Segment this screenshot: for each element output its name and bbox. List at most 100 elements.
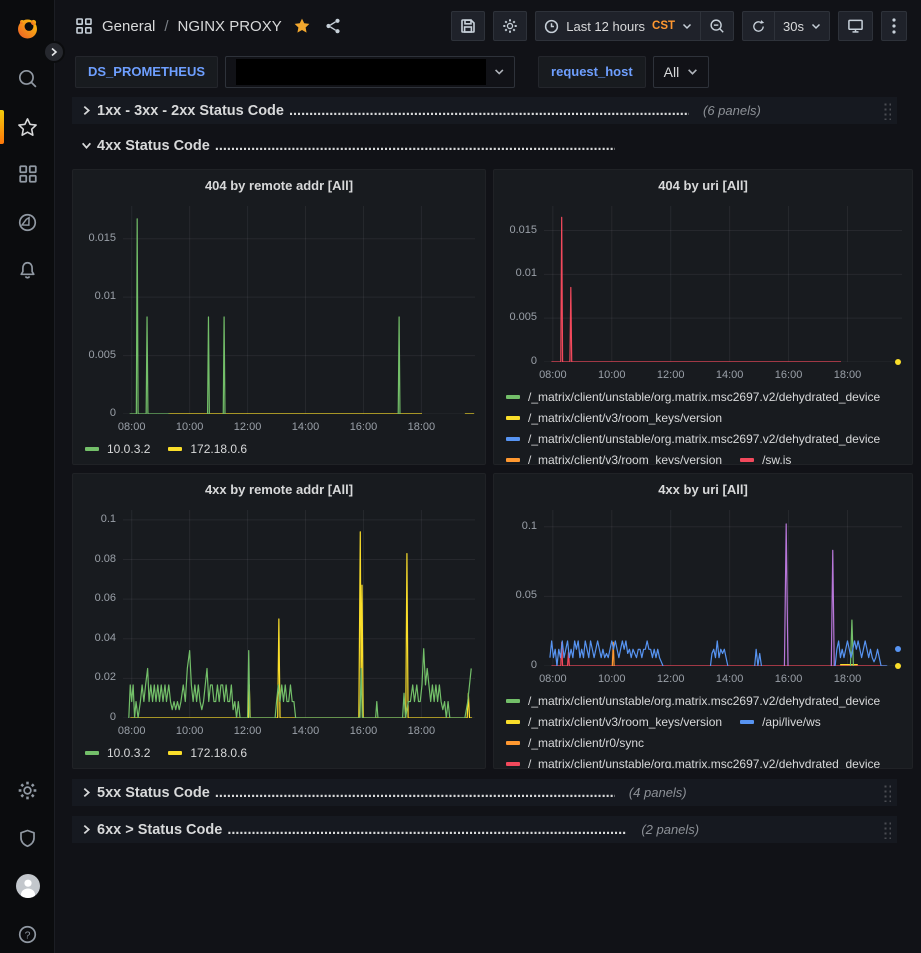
breadcrumb-folder[interactable]: General [102,18,155,35]
refresh-icon [751,19,766,34]
legend-item[interactable]: 172.18.0.6 [168,438,247,459]
breadcrumb-separator: / [164,18,168,35]
legend-label: /_matrix/client/r0/sync [528,736,644,750]
legend-item[interactable]: /_matrix/client/unstable/org.matrix.msc2… [506,690,880,711]
chevron-down-icon [79,141,93,150]
sidebar-item-server-admin[interactable] [0,818,55,858]
legend-item[interactable]: 172.18.0.6 [168,742,247,763]
variable-label-request-host[interactable]: request_host [538,56,646,88]
row-1xx-3xx-2xx[interactable]: 1xx - 3xx - 2xx Status Code ............… [72,97,897,124]
timeseries-chart[interactable]: 00.0050.010.015 08:0010:0012:0014:0016:0… [494,200,912,384]
row-drag-handle[interactable] [882,783,891,802]
y-tick-label: 0.015 [88,232,116,244]
sidebar-expand-button[interactable] [43,41,65,63]
panel-title-menu[interactable]: 4xx by remote addr [All] [73,474,485,504]
more-options-button[interactable] [881,11,907,41]
legend: /_matrix/client/unstable/org.matrix.msc2… [494,384,912,464]
sidebar-item-dashboards[interactable] [0,154,55,194]
panel-title: 404 by remote addr [All] [205,178,353,193]
y-tick-label: 0.01 [95,290,116,302]
legend-item[interactable]: /_matrix/client/v3/room_keys/version [506,407,722,428]
x-tick-label: 14:00 [716,673,744,685]
legend-item[interactable]: /sw.js [740,449,791,464]
star-icon [17,117,38,138]
user-avatar [15,873,41,899]
legend-item[interactable]: /_matrix/client/unstable/org.matrix.msc2… [506,428,880,449]
y-axis: 00.050.1 [500,510,544,666]
legend-label: /_matrix/client/v3/room_keys/version [528,411,722,425]
refresh-interval-dropdown[interactable]: 30s [774,11,830,41]
legend-item[interactable]: 10.0.3.2 [85,742,150,763]
dashboard-header: General / NGINX PROXY [55,0,921,52]
favorite-star-button[interactable] [291,15,313,37]
legend-label: /_matrix/client/unstable/org.matrix.msc2… [528,390,880,404]
timeseries-chart[interactable]: 00.0050.010.015 08:0010:0012:0014:0016:0… [73,200,485,436]
dashboard-settings-button[interactable] [493,11,527,41]
row-drag-handle[interactable] [882,101,891,120]
zoom-out-time-button[interactable] [700,11,734,41]
x-tick-label: 18:00 [408,725,436,737]
legend-label: /_matrix/client/unstable/org.matrix.msc2… [528,694,880,708]
sidebar-item-configuration[interactable] [0,770,55,810]
plot-area[interactable] [544,510,902,666]
sidebar-item-starred[interactable] [0,107,55,147]
refresh-button[interactable] [742,11,774,41]
sidebar-item-alerting[interactable] [0,250,55,290]
panel-title-menu[interactable]: 4xx by uri [All] [494,474,912,504]
legend-item[interactable]: /_matrix/client/unstable/org.matrix.msc2… [506,753,880,768]
series-line [130,219,170,414]
x-tick-label: 10:00 [176,421,204,433]
star-filled-icon [293,17,311,35]
row-6xx[interactable]: 6xx > Status Code ......................… [72,816,897,843]
gear-icon [17,780,38,801]
datasource-picker[interactable] [225,56,515,88]
sidebar-item-explore[interactable] [0,202,55,242]
row-5xx[interactable]: 5xx Status Code ........................… [72,779,897,806]
legend-item[interactable]: /_matrix/client/r0/sync [506,732,644,753]
panel-4xx-by-remote-addr: 4xx by remote addr [All] 00.020.040.060.… [72,473,486,769]
panel-title-menu[interactable]: 404 by uri [All] [494,170,912,200]
legend-item[interactable]: 10.0.3.2 [85,438,150,459]
row-4xx[interactable]: 4xx Status Code ........................… [72,132,897,159]
row-drag-handle[interactable] [882,820,891,839]
sidebar-item-profile[interactable] [0,866,55,906]
y-tick-label: 0.04 [95,632,116,644]
legend-label: /_matrix/client/v3/room_keys/version [528,453,722,465]
breadcrumb-dashboard-title[interactable]: NGINX PROXY [178,18,282,35]
search-icon [17,68,38,89]
sidebar-item-search[interactable] [0,58,55,98]
request-host-picker[interactable]: All [653,56,710,88]
compass-icon [17,212,38,233]
legend-item[interactable]: /_matrix/client/unstable/org.matrix.msc2… [506,386,880,407]
variable-label-ds-prometheus[interactable]: DS_PROMETHEUS [75,56,218,88]
share-button[interactable] [322,15,344,37]
x-tick-label: 14:00 [292,725,320,737]
cycle-view-mode-button[interactable] [838,11,873,41]
legend-swatch [168,751,182,755]
plot-area[interactable] [123,510,475,718]
dashboard-toolbar: Last 12 hours CST [451,11,907,41]
save-dashboard-button[interactable] [451,11,485,41]
x-tick-label: 08:00 [539,673,567,685]
panel-title-menu[interactable]: 404 by remote addr [All] [73,170,485,200]
chevron-right-icon [79,105,93,116]
legend-label: /sw.js [762,453,791,465]
legend-item[interactable]: /api/live/ws [740,711,821,732]
time-range-picker[interactable]: Last 12 hours CST [535,11,700,41]
legend-item[interactable]: /_matrix/client/v3/room_keys/version [506,449,722,464]
legend-swatch [740,458,754,462]
row-title: 1xx - 3xx - 2xx Status Code [97,103,284,119]
x-tick-label: 16:00 [775,369,803,381]
x-axis: 08:0010:0012:0014:0016:0018:00 [544,670,902,688]
x-tick-label: 10:00 [598,673,626,685]
timeseries-chart[interactable]: 00.050.1 08:0010:0012:0014:0016:0018:00 [494,504,912,688]
plot-area[interactable] [544,206,902,362]
series-line [550,641,663,666]
legend-swatch [506,458,520,462]
legend-item[interactable]: /_matrix/client/v3/room_keys/version [506,711,722,732]
timeseries-chart[interactable]: 00.020.040.060.080.1 08:0010:0012:0014:0… [73,504,485,740]
x-tick-label: 12:00 [234,421,262,433]
plot-area[interactable] [123,206,475,414]
sidebar-item-help[interactable]: ? [0,914,55,953]
row-title-dots: ........................................… [289,103,689,119]
